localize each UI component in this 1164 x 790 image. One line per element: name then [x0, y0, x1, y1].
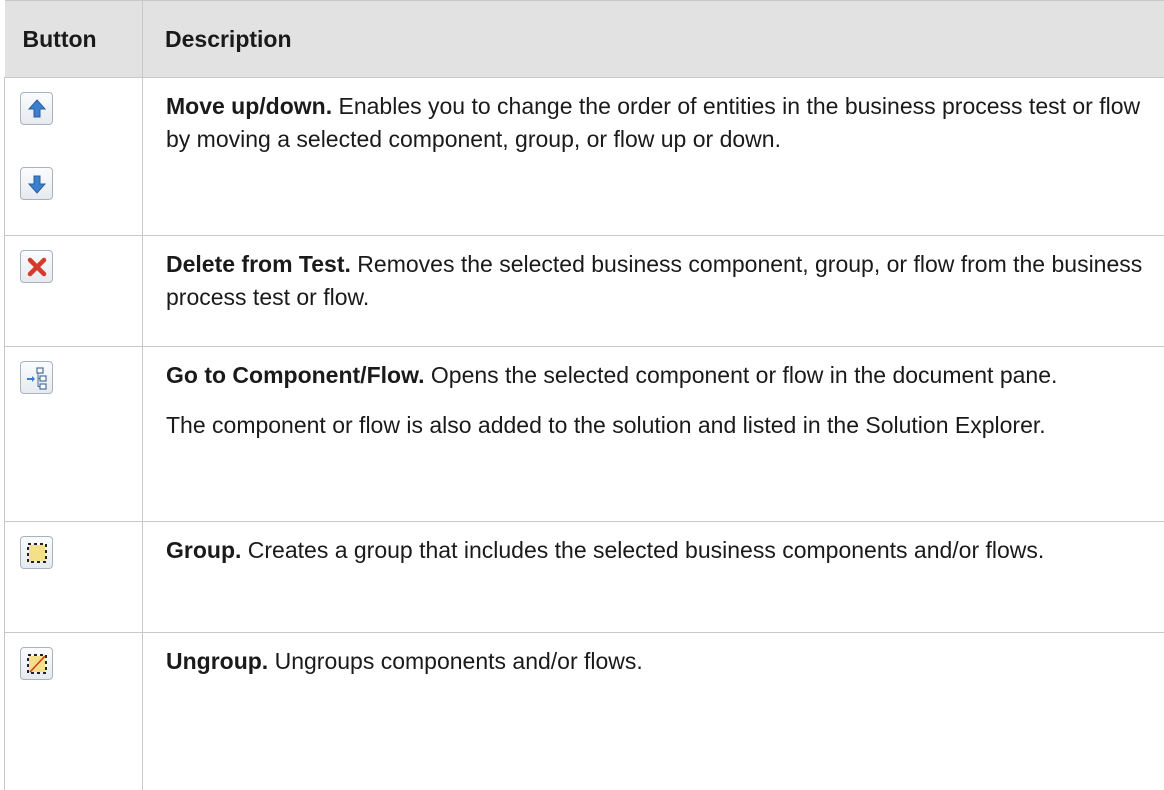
description-cell: Move up/down. Enables you to change the … [143, 78, 1164, 236]
table-row: Delete from Test. Removes the selected b… [5, 236, 1164, 347]
button-cell [5, 78, 143, 236]
description-title: Go to Component/Flow. [166, 362, 425, 388]
buttons-table: Button Description Move up/down. Enabl [4, 0, 1164, 790]
button-cell [5, 633, 143, 790]
description-cell: Go to Component/Flow. Opens the selected… [143, 347, 1164, 522]
description-title: Ungroup. [166, 648, 268, 674]
arrow-down-icon [25, 172, 49, 196]
delete-button[interactable] [20, 250, 53, 283]
table-row: Ungroup. Ungroups components and/or flow… [5, 633, 1164, 790]
description-note: The component or flow is also added to t… [166, 409, 1151, 442]
table-header-row: Button Description [5, 1, 1164, 78]
description-cell: Ungroup. Ungroups components and/or flow… [143, 633, 1164, 790]
description-body: Ungroups components and/or flows. [268, 648, 643, 674]
move-up-button[interactable] [20, 92, 53, 125]
description-body: Opens the selected component or flow in … [425, 362, 1058, 388]
delete-x-icon [25, 255, 49, 279]
description-text: Ungroup. Ungroups components and/or flow… [166, 645, 1151, 678]
description-body: Creates a group that includes the select… [241, 537, 1044, 563]
button-cell [5, 236, 143, 347]
ungroup-icon [25, 652, 49, 676]
description-text: Move up/down. Enables you to change the … [166, 90, 1151, 156]
description-cell: Delete from Test. Removes the selected b… [143, 236, 1164, 347]
go-to-component-button[interactable] [20, 361, 53, 394]
description-text: Group. Creates a group that includes the… [166, 534, 1151, 567]
go-to-component-icon [25, 366, 49, 390]
header-description: Description [143, 1, 1164, 78]
description-text: Go to Component/Flow. Opens the selected… [166, 359, 1151, 392]
button-cell [5, 347, 143, 522]
button-cell [5, 522, 143, 633]
table-row: Go to Component/Flow. Opens the selected… [5, 347, 1164, 522]
table-row: Move up/down. Enables you to change the … [5, 78, 1164, 236]
header-button: Button [5, 1, 143, 78]
table-row: Group. Creates a group that includes the… [5, 522, 1164, 633]
description-text: Delete from Test. Removes the selected b… [166, 248, 1151, 314]
group-button[interactable] [20, 536, 53, 569]
description-title: Group. [166, 537, 241, 563]
ungroup-button[interactable] [20, 647, 53, 680]
description-title: Move up/down. [166, 93, 332, 119]
move-down-button[interactable] [20, 167, 53, 200]
description-cell: Group. Creates a group that includes the… [143, 522, 1164, 633]
group-icon [25, 541, 49, 565]
description-title: Delete from Test. [166, 251, 351, 277]
arrow-up-icon [25, 97, 49, 121]
